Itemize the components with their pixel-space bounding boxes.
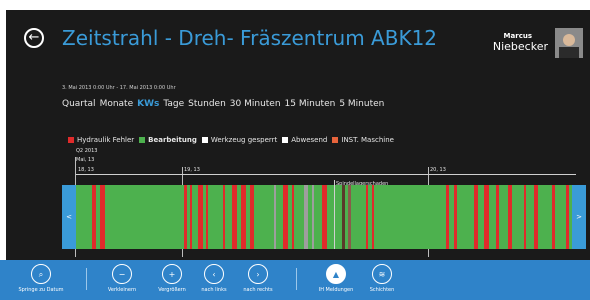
timeline-segment-error[interactable] bbox=[198, 185, 203, 249]
warning-icon: ▲ bbox=[326, 264, 346, 284]
legend-swatch bbox=[282, 137, 289, 143]
timeline-segment-gray[interactable] bbox=[304, 185, 308, 249]
back-button[interactable]: ← bbox=[24, 28, 44, 48]
timeline-segment-error[interactable] bbox=[232, 185, 237, 249]
zoom-out-icon: − bbox=[112, 264, 132, 284]
timeline-segment-error[interactable] bbox=[250, 185, 254, 249]
timeline-segment-error[interactable] bbox=[566, 185, 569, 249]
timeline-segment-error[interactable] bbox=[283, 185, 288, 249]
timeline-segment-error[interactable] bbox=[454, 185, 457, 249]
timeline-scroll-left[interactable]: < bbox=[62, 185, 76, 249]
timeline-segment-gray[interactable] bbox=[312, 185, 314, 249]
chevron-right-icon: › bbox=[248, 264, 268, 284]
timeline-segment-brown[interactable] bbox=[348, 185, 351, 249]
scale-option[interactable]: 30 Minuten bbox=[230, 99, 281, 109]
week-label-19: 19, 13 bbox=[184, 167, 200, 173]
timeline-segment-error[interactable] bbox=[241, 185, 246, 249]
avatar-photo bbox=[555, 28, 583, 58]
timeline-segment-gray[interactable] bbox=[274, 185, 276, 249]
zoom-in-icon: + bbox=[162, 264, 182, 284]
quarter-label: Q2 2013 bbox=[76, 148, 98, 154]
timeline-segment-error[interactable] bbox=[100, 185, 105, 249]
timeline-scroll-right[interactable]: > bbox=[572, 185, 586, 249]
timeline-segment-error[interactable] bbox=[534, 185, 538, 249]
appbar-button-chevron-right[interactable]: › nach rechts bbox=[228, 264, 288, 293]
legend-label: Bearbeitung bbox=[148, 136, 197, 144]
legend-swatch bbox=[139, 137, 146, 143]
timeline-segment-error[interactable] bbox=[92, 185, 96, 249]
appbar-button-search[interactable]: ⌕ Springe zu Datum bbox=[11, 264, 71, 293]
scale-option[interactable]: KWs bbox=[137, 99, 159, 109]
timeline-segment-error[interactable] bbox=[508, 185, 512, 249]
timeline-segment-error[interactable] bbox=[372, 185, 374, 249]
timeline-segment-error[interactable] bbox=[474, 185, 478, 249]
timeline-segment-dark[interactable] bbox=[342, 185, 345, 249]
appbar-separator bbox=[86, 268, 87, 290]
week-label-18: 18, 13 bbox=[78, 167, 94, 173]
time-scale-selector: Quartal Monate KWs Tage Stunden 30 Minuten 15 … bbox=[62, 99, 388, 109]
scale-line bbox=[76, 174, 576, 175]
legend-label: Hydraulik Fehler bbox=[77, 136, 135, 144]
app-root: ← Zeitstrahl - Dreh- Fräszentrum ABK12 M… bbox=[0, 0, 590, 300]
timeline-segment-error[interactable] bbox=[223, 185, 225, 249]
legend-item: Bearbeitung bbox=[139, 136, 197, 144]
user-last-name: Niebecker bbox=[492, 40, 548, 53]
timeline-segment-error[interactable] bbox=[484, 185, 489, 249]
layers-icon: ≋ bbox=[372, 264, 392, 284]
timeline-track[interactable] bbox=[76, 185, 576, 249]
legend-label: INST. Maschine bbox=[341, 136, 394, 144]
legend-item: Hydraulik Fehler bbox=[68, 136, 134, 144]
timeline-segment-error[interactable] bbox=[446, 185, 449, 249]
timeline-segment-error[interactable] bbox=[524, 185, 526, 249]
appbar-button-layers[interactable]: ≋ Schichten bbox=[352, 264, 412, 293]
scale-option[interactable]: Monate bbox=[100, 99, 134, 109]
appbar-label: Springe zu Datum bbox=[18, 287, 64, 293]
timeline-segment-error[interactable] bbox=[366, 185, 368, 249]
page-title: Zeitstrahl - Dreh- Fräszentrum ABK12 bbox=[62, 26, 438, 50]
chevron-left-icon: ‹ bbox=[204, 264, 224, 284]
appbar-label: Schichten bbox=[369, 287, 395, 293]
legend-item: Werkzeug gesperrt bbox=[201, 136, 278, 144]
legend-swatch bbox=[68, 137, 74, 143]
timeline-segment-error[interactable] bbox=[496, 185, 499, 249]
timeline-segment-error[interactable] bbox=[184, 185, 187, 249]
legend-item: Abwesend bbox=[282, 136, 327, 144]
legend-swatch bbox=[332, 137, 339, 143]
timeline-segment-error[interactable] bbox=[292, 185, 294, 249]
scale-option[interactable]: Stunden bbox=[188, 99, 226, 109]
scale-option[interactable]: 5 Minuten bbox=[339, 99, 384, 109]
week-label-20: 20, 13 bbox=[430, 167, 446, 173]
scale-option[interactable]: Quartal bbox=[62, 99, 96, 109]
appbar-label: nach rechts bbox=[243, 287, 273, 293]
app-bar: ⌕ Springe zu Datum − Verkleinern + Vergrößern… bbox=[0, 260, 590, 300]
timeline-segment-error[interactable] bbox=[322, 185, 327, 249]
legend-label: Abwesend bbox=[291, 136, 328, 144]
timeline-segment-error[interactable] bbox=[206, 185, 208, 249]
timeline-segment-error[interactable] bbox=[552, 185, 555, 249]
legend-item: INST. Maschine bbox=[332, 136, 394, 144]
avatar[interactable] bbox=[555, 28, 583, 58]
legend: Hydraulik Fehler Bearbeitung Werkzeug gesp… bbox=[68, 136, 399, 145]
annotation-marker bbox=[334, 180, 335, 249]
date-range: 3. Mai 2013 0:00 Uhr - 17. Mai 2013 0:00… bbox=[62, 85, 176, 91]
scale-option[interactable]: 15 Minuten bbox=[285, 99, 336, 109]
timeline-screen: ← Zeitstrahl - Dreh- Fräszentrum ABK12 M… bbox=[6, 10, 590, 262]
timeline-segment-error[interactable] bbox=[190, 185, 192, 249]
user-first-name: Marcus bbox=[503, 32, 532, 40]
scale-option[interactable]: Tage bbox=[163, 99, 184, 109]
legend-label: Werkzeug gesperrt bbox=[210, 136, 278, 144]
month-label: Mai, 13 bbox=[76, 157, 95, 163]
legend-swatch bbox=[201, 137, 208, 143]
appbar-separator bbox=[296, 268, 297, 290]
search-icon: ⌕ bbox=[31, 264, 51, 284]
back-arrow-icon: ← bbox=[28, 30, 40, 45]
